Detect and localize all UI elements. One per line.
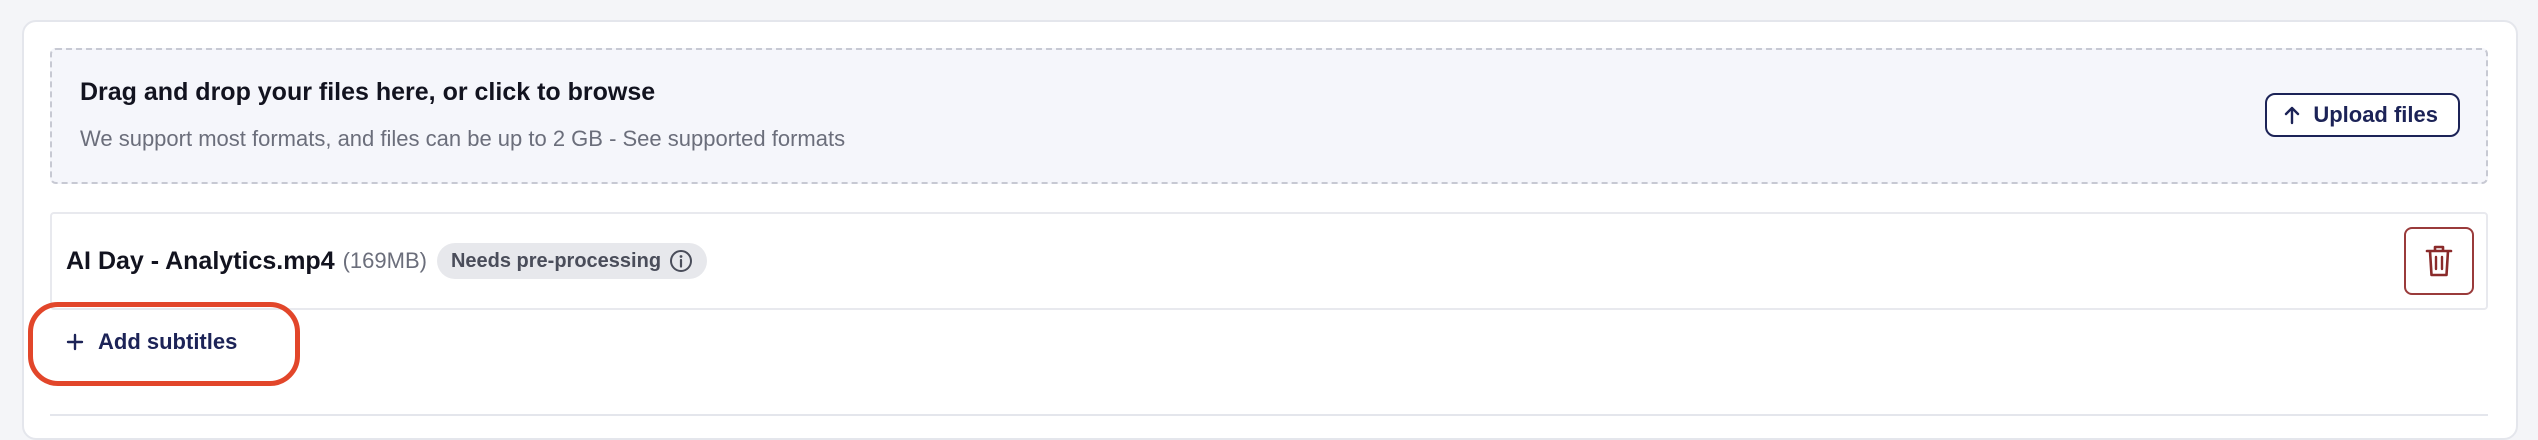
file-size: (169MB) — [342, 248, 427, 273]
dropzone-title: Drag and drop your files here, or click … — [80, 78, 656, 106]
add-subtitles-button[interactable]: Add subtitles — [66, 324, 237, 360]
file-row: AI Day - Analytics.mp4 (169MB) Needs pre… — [50, 212, 2488, 310]
section-divider — [50, 414, 2488, 416]
add-subtitles-label: Add subtitles — [98, 329, 238, 354]
file-dropzone[interactable]: Drag and drop your files here, or click … — [50, 48, 2488, 184]
file-name: AI Day - Analytics.mp4 — [66, 246, 335, 275]
file-info: AI Day - Analytics.mp4 (169MB) Needs pre… — [66, 214, 708, 308]
info-icon[interactable] — [669, 249, 693, 273]
dropzone-subtitle: We support most formats, and files can b… — [80, 126, 846, 151]
status-badge-label: Needs pre-processing — [450, 249, 662, 272]
plus-icon — [66, 333, 84, 351]
arrow-up-icon — [2283, 105, 2301, 125]
upload-files-button[interactable]: Upload files — [2265, 93, 2460, 137]
upload-files-label: Upload files — [2313, 102, 2438, 127]
trash-icon — [2424, 243, 2454, 279]
status-badge: Needs pre-processing — [436, 243, 708, 279]
delete-file-button[interactable] — [2404, 227, 2474, 295]
